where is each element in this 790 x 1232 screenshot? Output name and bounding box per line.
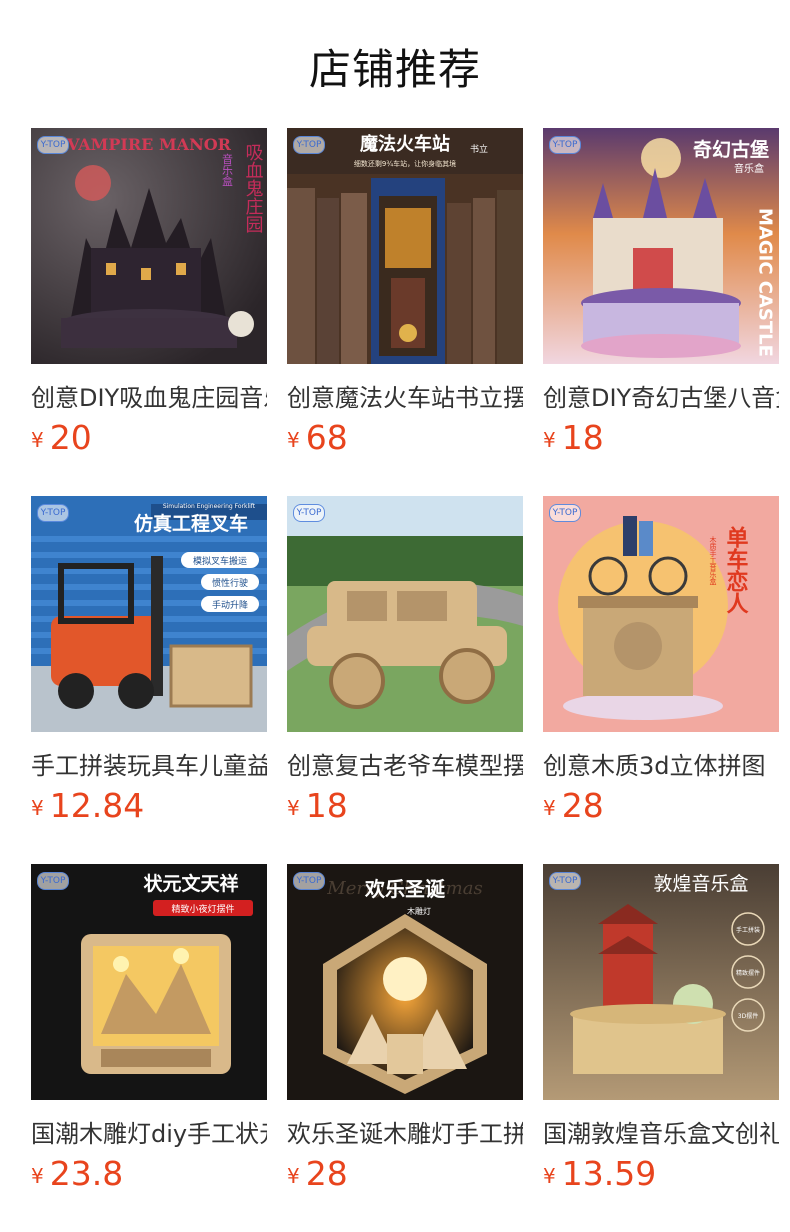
product-price: ¥23.8 xyxy=(31,1154,123,1193)
product-image[interactable]: Y-TOP Simulation Engineering Forklift 仿真… xyxy=(31,496,267,732)
price-value: 68 xyxy=(305,418,348,457)
image-headline: VAMPIRE MANOR xyxy=(66,135,232,154)
price-value: 28 xyxy=(561,786,604,825)
product-name[interactable]: 国潮敦煌音乐盒文创礼物 xyxy=(543,1114,779,1149)
image-tag: Simulation Engineering Forklift xyxy=(163,503,256,510)
product-image[interactable]: Y-TOP 奇幻古堡 音乐盒 MAGIC CASTLE xyxy=(543,128,779,364)
feature-label: 3D摆件 xyxy=(738,1012,758,1020)
product-name[interactable]: 创意DIY吸血鬼庄园音乐盒 xyxy=(31,378,267,413)
image-headline: 欢乐圣诞 xyxy=(364,877,446,901)
product-name[interactable]: 手工拼装玩具车儿童益智 xyxy=(31,746,267,781)
image-tag: 书立 xyxy=(470,143,488,155)
price-value: 18 xyxy=(561,418,604,457)
product-image[interactable]: Y-TOP xyxy=(287,496,523,732)
product-price: ¥13.59 xyxy=(543,1154,656,1193)
product-image[interactable]: Y-TOP Merry Christmas 欢乐圣诞 木雕灯 xyxy=(287,864,523,1100)
image-headline: 单车恋人 xyxy=(723,526,749,614)
product-price: ¥12.84 xyxy=(31,786,144,825)
price-value: 13.59 xyxy=(561,1154,657,1193)
product-card[interactable]: Y-TOP 状元文天祥 精致小夜灯摆件 国潮木雕灯diy手工状元 ¥23.8 xyxy=(31,864,267,1193)
product-name[interactable]: 欢乐圣诞木雕灯手工拼装 xyxy=(287,1114,523,1149)
currency-symbol: ¥ xyxy=(287,428,300,452)
image-headline: 奇幻古堡 xyxy=(693,138,769,161)
feature-label: 手工拼装 xyxy=(736,926,760,934)
product-name[interactable]: 创意魔法火车站书立摆件 xyxy=(287,378,523,413)
product-card[interactable]: Y-TOP Merry Christmas 欢乐圣诞 木雕灯 欢乐圣诞木雕灯手工… xyxy=(287,864,523,1193)
product-image[interactable]: Y-TOP VAMPIRE MANOR 吸血鬼庄园 音乐盒 xyxy=(31,128,267,364)
image-subtitle: 细数还剩9¾车站，让你身临其境 xyxy=(354,159,456,168)
image-headline: 状元文天祥 xyxy=(143,872,238,895)
product-price: ¥68 xyxy=(287,418,348,457)
image-subtitle: 吸血鬼庄园 xyxy=(243,143,264,233)
feature-label: 惯性行驶 xyxy=(212,577,248,589)
page-title: 店铺推荐 xyxy=(308,45,481,94)
product-name[interactable]: 创意复古老爷车模型摆件 xyxy=(287,746,523,781)
price-value: 28 xyxy=(305,1154,348,1193)
product-card[interactable]: Y-TOP Simulation Engineering Forklift 仿真… xyxy=(31,496,267,825)
currency-symbol: ¥ xyxy=(31,1164,44,1188)
image-tag: 木质手工音乐盒 xyxy=(709,535,717,585)
currency-symbol: ¥ xyxy=(543,796,556,820)
product-name[interactable]: 国潮木雕灯diy手工状元 xyxy=(31,1114,267,1149)
image-headline: 魔法火车站 xyxy=(360,133,450,155)
image-tag: 音乐盒 xyxy=(221,152,234,186)
brand-logo: Y-TOP xyxy=(293,504,325,522)
product-price: ¥20 xyxy=(31,418,92,457)
image-subtitle: MAGIC CASTLE xyxy=(755,208,776,357)
product-card[interactable]: Y-TOP 魔法火车站 书立 细数还剩9¾车站，让你身临其境 创意魔法火车站书立… xyxy=(287,128,523,457)
image-tag: 精致小夜灯摆件 xyxy=(171,903,234,915)
currency-symbol: ¥ xyxy=(31,796,44,820)
product-card[interactable]: Y-TOP 奇幻古堡 音乐盒 MAGIC CASTLE 创意DIY奇幻古堡八音盒… xyxy=(543,128,779,457)
price-value: 18 xyxy=(305,786,348,825)
feature-label: 模拟叉车搬运 xyxy=(193,555,247,567)
product-name[interactable]: 创意DIY奇幻古堡八音盒 xyxy=(543,378,779,413)
feature-label: 精致摆件 xyxy=(736,969,760,977)
product-card[interactable]: Y-TOP 单车恋人 木质手工音乐盒 创意木质3d立体拼图 ¥28 xyxy=(543,496,779,825)
product-image[interactable]: Y-TOP 单车恋人 木质手工音乐盒 xyxy=(543,496,779,732)
product-price: ¥28 xyxy=(287,1154,348,1193)
product-image[interactable]: Y-TOP 敦煌音乐盒 手工拼装 精致摆件 3D摆件 xyxy=(543,864,779,1100)
currency-symbol: ¥ xyxy=(543,428,556,452)
product-price: ¥28 xyxy=(543,786,604,825)
currency-symbol: ¥ xyxy=(31,428,44,452)
price-value: 12.84 xyxy=(49,786,145,825)
product-card[interactable]: Y-TOP VAMPIRE MANOR 吸血鬼庄园 音乐盒 创意DIY吸血鬼庄园… xyxy=(31,128,267,457)
price-value: 20 xyxy=(49,418,92,457)
currency-symbol: ¥ xyxy=(287,1164,300,1188)
currency-symbol: ¥ xyxy=(287,796,300,820)
product-card[interactable]: Y-TOP 敦煌音乐盒 手工拼装 精致摆件 3D摆件 国潮敦煌音乐盒文创礼物 ¥… xyxy=(543,864,779,1193)
image-tag: 音乐盒 xyxy=(734,162,764,175)
price-value: 23.8 xyxy=(49,1154,124,1193)
product-card[interactable]: Y-TOP 创意复古老爷车模型摆件 ¥18 xyxy=(287,496,523,825)
feature-label: 手动升降 xyxy=(212,599,248,611)
image-headline: 敦煌音乐盒 xyxy=(653,873,748,895)
product-name[interactable]: 创意木质3d立体拼图 xyxy=(543,746,779,781)
currency-symbol: ¥ xyxy=(543,1164,556,1188)
product-price: ¥18 xyxy=(287,786,348,825)
product-price: ¥18 xyxy=(543,418,604,457)
product-image[interactable]: Y-TOP 状元文天祥 精致小夜灯摆件 xyxy=(31,864,267,1100)
image-headline: 仿真工程叉车 xyxy=(134,512,248,535)
image-tag: 木雕灯 xyxy=(407,906,431,916)
product-image[interactable]: Y-TOP 魔法火车站 书立 细数还剩9¾车站，让你身临其境 xyxy=(287,128,523,364)
